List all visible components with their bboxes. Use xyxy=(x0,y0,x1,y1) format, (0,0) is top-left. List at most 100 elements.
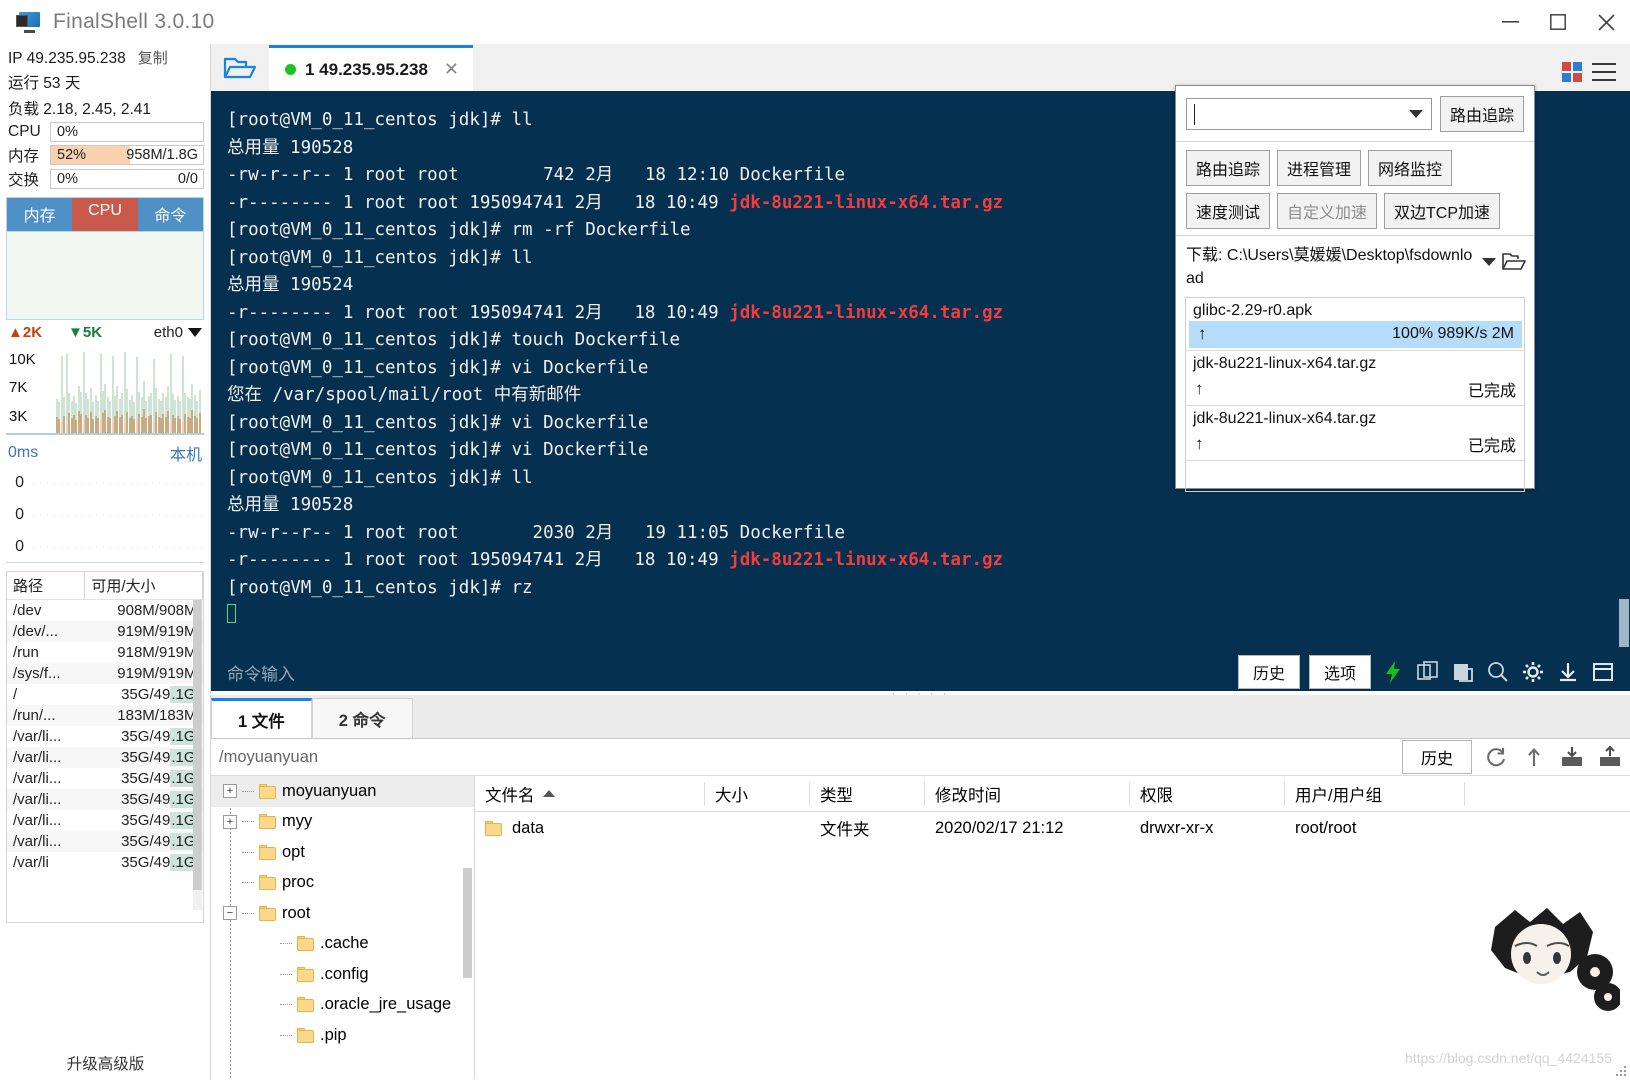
disk-row[interactable]: /var/li... 35G/49.1G xyxy=(7,747,203,768)
download-icon[interactable] xyxy=(1555,659,1581,685)
interface-selector[interactable]: eth0 xyxy=(154,324,202,341)
trace-route-button-top[interactable]: 路由追踪 xyxy=(1439,96,1524,132)
gear-icon[interactable] xyxy=(1520,659,1546,685)
tree-node[interactable]: .config xyxy=(211,959,474,990)
network-monitor-button[interactable]: 网络监控 xyxy=(1368,150,1453,186)
upload-file-icon[interactable] xyxy=(1596,744,1624,770)
file-column-header[interactable]: 文件名 xyxy=(475,781,705,806)
disk-row[interactable]: /run 918M/919M xyxy=(7,642,203,663)
session-tab[interactable]: 1 49.235.95.238 ✕ xyxy=(269,45,473,91)
current-path[interactable]: /moyuanyuan xyxy=(219,748,1392,767)
download-item[interactable]: jdk-8u221-linux-x64.tar.gz ↑ 已完成 xyxy=(1186,351,1524,406)
cpu-meter-label: CPU xyxy=(8,123,41,140)
open-folder-icon[interactable] xyxy=(211,45,269,91)
disk-row[interactable]: /var/li... 35G/49.1G xyxy=(7,831,203,852)
tree-node[interactable]: − root xyxy=(211,898,474,929)
download-file-name: glibc-2.29-r0.apk xyxy=(1193,302,1313,319)
expand-icon[interactable]: + xyxy=(223,814,237,829)
disk-row[interactable]: /var/li... 35G/49.1G xyxy=(7,768,203,789)
download-status: 已完成 xyxy=(1467,383,1516,400)
close-icon[interactable]: ✕ xyxy=(444,59,459,80)
chevron-down-icon[interactable] xyxy=(1482,258,1496,266)
tree-node[interactable]: proc xyxy=(211,868,474,899)
disk-row[interactable]: /dev 908M/908M xyxy=(7,600,203,622)
disk-row[interactable]: /var/li... 35G/49.1G xyxy=(7,810,203,831)
tab-cpu-graph[interactable]: CPU xyxy=(72,198,138,231)
file-column-header[interactable]: 权限 xyxy=(1130,781,1285,806)
upgrade-link[interactable]: 升级高级版 xyxy=(0,1052,211,1074)
paste-icon[interactable] xyxy=(1450,659,1476,685)
download-path-row: 下载: C:\Users\莫媛媛\Desktop\fsdownload xyxy=(1176,236,1534,297)
tree-node[interactable]: + myy xyxy=(211,807,474,838)
file-browser-body: + moyuanyuan + myy opt proc − root .cache .config… xyxy=(211,776,1630,1079)
tree-node[interactable]: .pip xyxy=(211,1020,474,1051)
terminal-line: [root@VM_0_11_centos jdk]# rz xyxy=(227,577,533,598)
close-button[interactable] xyxy=(1582,0,1630,44)
copy-ip-button[interactable]: 复制 xyxy=(138,47,168,68)
command-input[interactable]: 命令输入 xyxy=(227,660,295,685)
file-column-header[interactable]: 修改时间 xyxy=(925,781,1130,806)
disk-row[interactable]: /run/... 183M/183M xyxy=(7,705,203,726)
file-column-header[interactable]: 类型 xyxy=(810,781,925,806)
download-item[interactable]: glibc-2.29-r0.apk ↑ 100% 989K/s 2M xyxy=(1186,298,1524,351)
tab-files[interactable]: 1 文件 xyxy=(211,698,312,738)
download-item[interactable]: jdk-8u221-linux-x64.tar.gz ↑ 已完成 xyxy=(1186,406,1524,461)
search-icon[interactable] xyxy=(1485,659,1511,685)
terminal-scrollbar[interactable] xyxy=(1618,91,1630,651)
directory-tree[interactable]: + moyuanyuan + myy opt proc − root .cache .config… xyxy=(211,776,475,1079)
tree-connector xyxy=(280,1004,292,1006)
tree-node[interactable]: .cache xyxy=(211,929,474,960)
tab-commands[interactable]: 2 命令 xyxy=(311,698,413,738)
lightning-icon[interactable] xyxy=(1380,659,1406,685)
connection-status-dot xyxy=(285,64,296,75)
copy-icon[interactable] xyxy=(1415,659,1441,685)
address-combobox[interactable] xyxy=(1186,98,1432,130)
disk-row[interactable]: / 35G/49.1G xyxy=(7,684,203,705)
disk-scrollbar[interactable] xyxy=(193,600,202,910)
file-row[interactable]: data 文件夹 2020/02/17 21:12 drwxr-xr-x root/ro… xyxy=(475,812,1630,844)
layout-grid-icon[interactable] xyxy=(1562,62,1582,82)
terminal-options-button[interactable]: 选项 xyxy=(1308,655,1371,689)
tree-node[interactable]: .oracle_jre_usage xyxy=(211,990,474,1021)
route-trace-button[interactable]: 路由追踪 xyxy=(1186,150,1271,186)
maximize-button[interactable] xyxy=(1534,0,1582,44)
tab-memory-graph[interactable]: 内存 xyxy=(7,198,73,231)
tab-command-graph[interactable]: 命令 xyxy=(137,198,203,231)
tree-node[interactable]: opt xyxy=(211,837,474,868)
menu-icon[interactable] xyxy=(1592,63,1616,81)
splitter-handle[interactable]: · · · · · xyxy=(211,688,1630,700)
speed-test-button[interactable]: 速度测试 xyxy=(1186,193,1271,229)
terminal-history-button[interactable]: 历史 xyxy=(1237,655,1300,689)
open-folder-icon[interactable] xyxy=(1502,252,1526,272)
window-icon[interactable] xyxy=(1590,659,1616,685)
download-list[interactable]: glibc-2.29-r0.apk ↑ 100% 989K/s 2M jdk-8u22… xyxy=(1185,297,1525,492)
disk-row[interactable]: /var/li... 35G/49.1G xyxy=(7,726,203,747)
watermark-text: https://blog.csdn.net/qq_4424155 xyxy=(1404,1050,1612,1066)
file-list: 文件名 大小 类型 修改时间 权限 用户/用户组 data 文件夹 2020/02/17 21… xyxy=(475,776,1630,1079)
resize-grip[interactable] xyxy=(1614,1064,1628,1078)
refresh-icon[interactable] xyxy=(1482,744,1510,770)
disk-size: 919M/919M xyxy=(84,621,203,642)
disk-row[interactable]: /dev/... 919M/919M xyxy=(7,621,203,642)
disk-row[interactable]: /var/li 35G/49.1G xyxy=(7,852,203,873)
process-manager-button[interactable]: 进程管理 xyxy=(1277,150,1362,186)
disk-path: /var/li xyxy=(13,854,49,871)
file-column-header[interactable]: 用户/用户组 xyxy=(1285,781,1465,806)
ping-summary-row: 0ms 本机 xyxy=(0,435,210,465)
custom-accel-button[interactable]: 自定义加速 xyxy=(1277,193,1378,229)
expand-icon[interactable]: + xyxy=(223,784,237,799)
ping-host[interactable]: 本机 xyxy=(170,441,202,465)
disk-usage-table: 路径 可用/大小 /dev 908M/908M/dev/... 919M/919M /… xyxy=(6,571,204,923)
tcp-accel-button[interactable]: 双边TCP加速 xyxy=(1384,193,1501,229)
file-history-button[interactable]: 历史 xyxy=(1401,740,1472,774)
session-tab-label: 1 49.235.95.238 xyxy=(305,59,428,79)
collapse-icon[interactable]: − xyxy=(223,906,237,921)
file-permissions: drwxr-xr-x xyxy=(1140,818,1214,837)
download-file-icon[interactable] xyxy=(1558,744,1586,770)
file-column-header[interactable]: 大小 xyxy=(705,781,810,806)
tree-node[interactable]: + moyuanyuan xyxy=(211,776,474,807)
upload-arrow-icon[interactable] xyxy=(1520,744,1548,770)
minimize-button[interactable] xyxy=(1486,0,1534,44)
disk-row[interactable]: /sys/f... 919M/919M xyxy=(7,663,203,684)
disk-row[interactable]: /var/li... 35G/49.1G xyxy=(7,789,203,810)
